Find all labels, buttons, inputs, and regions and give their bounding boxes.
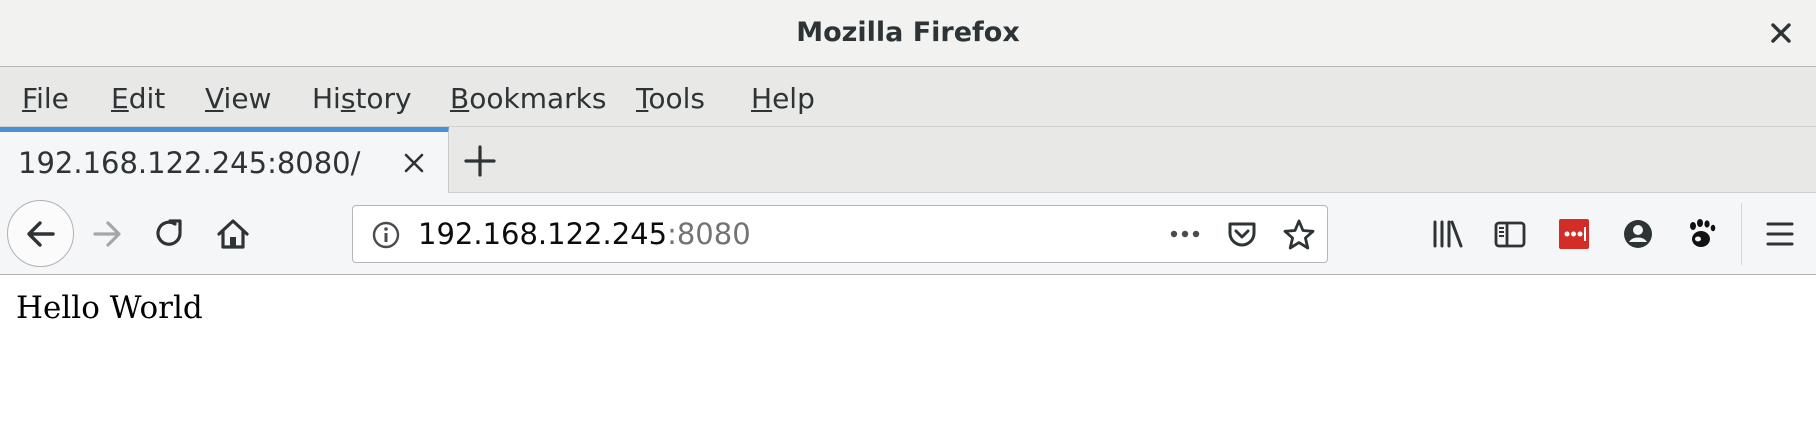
menu-edit[interactable]: Edit [111, 67, 165, 127]
bookmark-star-icon[interactable] [1281, 217, 1317, 253]
menu-file[interactable]: File [22, 67, 69, 127]
sidebar-icon [1494, 221, 1526, 248]
menu-label: View [205, 82, 272, 115]
window-title: Mozilla Firefox [796, 17, 1020, 48]
lastpass-icon [1559, 219, 1589, 249]
forward-button[interactable] [87, 214, 127, 254]
menu-label: Bookmarks [450, 82, 607, 115]
window-titlebar: Mozilla Firefox [0, 0, 1816, 67]
library-icon [1433, 220, 1463, 248]
page-content: Hello World [0, 276, 1816, 435]
gnome-foot-icon [1690, 219, 1716, 247]
toolbar-separator [1741, 203, 1742, 265]
url-bar[interactable]: 192.168.122.245:8080 [352, 205, 1328, 263]
new-tab-icon[interactable] [462, 143, 498, 179]
page-body-text: Hello World [16, 290, 203, 326]
menu-label: Help [751, 82, 815, 115]
library-button[interactable] [1427, 214, 1467, 254]
home-button[interactable] [213, 214, 253, 254]
tab-active[interactable]: 192.168.122.245:8080/ [0, 127, 449, 193]
reload-button[interactable] [150, 214, 190, 254]
menu-bookmarks[interactable]: Bookmarks [450, 67, 606, 127]
menu-view[interactable]: View [205, 67, 271, 127]
hamburger-menu-icon [1766, 222, 1794, 246]
menu-bar: File Edit View History Bookmarks Tools H… [0, 67, 1816, 127]
account-button[interactable] [1618, 214, 1658, 254]
lastpass-button[interactable] [1554, 214, 1594, 254]
navigation-toolbar: 192.168.122.245:8080 [0, 193, 1816, 275]
window-close-icon[interactable] [1766, 18, 1796, 48]
tab-close-icon[interactable] [400, 149, 428, 177]
menu-help[interactable]: Help [751, 67, 815, 127]
sidebar-button[interactable] [1490, 214, 1530, 254]
site-info-icon[interactable] [371, 220, 401, 250]
pocket-icon[interactable] [1225, 218, 1259, 252]
menu-label: Tools [636, 82, 705, 115]
menu-label: Edit [111, 82, 166, 115]
tab-title: 192.168.122.245:8080/ [18, 146, 361, 180]
reload-icon [156, 219, 182, 246]
url-host: 192.168.122.245 [418, 217, 668, 251]
url-port: :8080 [667, 217, 751, 251]
menu-history[interactable]: History [312, 67, 412, 127]
account-icon [1624, 220, 1652, 248]
menu-label: History [312, 82, 412, 115]
page-actions-icon[interactable] [1165, 218, 1205, 250]
back-button[interactable] [7, 200, 74, 267]
tab-bar: 192.168.122.245:8080/ [0, 127, 1816, 193]
back-arrow-icon [26, 220, 55, 247]
menu-label: File [22, 82, 69, 115]
home-icon [217, 219, 249, 249]
forward-arrow-icon [93, 221, 121, 247]
open-menu-button[interactable] [1760, 214, 1800, 254]
menu-tools[interactable]: Tools [636, 67, 705, 127]
url-text: 192.168.122.245:8080 [418, 206, 751, 262]
gnome-extension-button[interactable] [1682, 214, 1722, 254]
